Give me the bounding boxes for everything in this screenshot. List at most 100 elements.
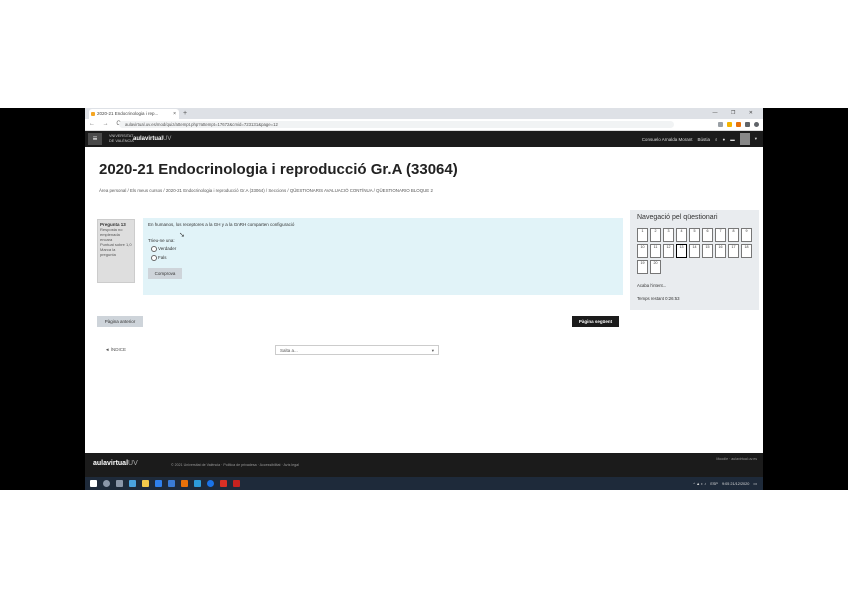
keyboard-language[interactable]: ESP: [710, 482, 718, 486]
quiz-nav-button[interactable]: 20: [650, 260, 661, 274]
radio-button[interactable]: [151, 246, 157, 252]
user-name[interactable]: Consuelo Arnalda Morant: [642, 137, 693, 142]
check-button[interactable]: Comprova: [148, 268, 182, 279]
avatar[interactable]: [739, 133, 750, 145]
messages-icon[interactable]: ▬: [730, 137, 735, 142]
address-bar[interactable]: aulavirtual.uv.es/mod/quiz/attempt.php?a…: [119, 121, 674, 128]
quiz-nav-button[interactable]: 3: [663, 228, 674, 242]
brand-suffix: UV: [163, 136, 172, 142]
next-page-button[interactable]: Pàgina següent: [572, 316, 619, 327]
radio-button[interactable]: [151, 255, 157, 261]
edge-icon[interactable]: [129, 480, 136, 487]
chrome-icon[interactable]: [207, 480, 214, 487]
jump-to-value: Salta a...: [280, 348, 298, 353]
user-area: Consuelo Arnalda Morant Bústia ⌕ ● ▬ ▾: [642, 131, 757, 147]
question-text: En humanos, los receptores a la GH y a l…: [148, 222, 295, 227]
close-tab-icon[interactable]: ×: [173, 109, 176, 119]
profile-icon[interactable]: [754, 122, 759, 127]
browser-tab[interactable]: 2020-21 Endocrinologia i rep... ×: [89, 109, 179, 119]
letterbox-left: [0, 108, 85, 490]
jump-to-select[interactable]: Salta a... ▾: [275, 345, 439, 355]
university-line-2: DE VALÈNCIA: [109, 138, 134, 143]
quiz-nav-button[interactable]: 16: [715, 244, 726, 258]
search-icon[interactable]: ⌕: [715, 137, 718, 142]
quiz-nav-button[interactable]: 19: [637, 260, 648, 274]
mouse-cursor-icon: ➘: [179, 232, 185, 239]
answer-option-false[interactable]: Fals: [151, 255, 167, 261]
system-tray: ^ ▲ ◐ ♪ ESP 9:05 21/12/2020 ▭: [693, 477, 757, 490]
chevron-down-icon[interactable]: ▾: [755, 136, 757, 142]
quiz-nav-button[interactable]: 6: [702, 228, 713, 242]
quiz-nav-button[interactable]: 12: [663, 244, 674, 258]
footer-brand: aulavirtualUV: [93, 460, 138, 467]
option-label: Fals: [158, 255, 167, 261]
back-link[interactable]: ◄ ÍNDICE: [105, 347, 126, 352]
taskbar-apps: [90, 477, 240, 490]
clock[interactable]: 9:05 21/12/2020: [722, 482, 749, 486]
photos-icon[interactable]: [194, 480, 201, 487]
answer-option-true[interactable]: Verdader: [151, 246, 176, 252]
extension-icons: [718, 120, 759, 129]
os-taskbar: ^ ▲ ◐ ♪ ESP 9:05 21/12/2020 ▭: [85, 477, 763, 490]
windows-start-icon[interactable]: [90, 480, 97, 487]
site-brand[interactable]: aulavirtualUV: [133, 134, 171, 144]
site-navbar: ≡ VNIVERSITAT DE VALÈNCIA aulavirtualUV …: [85, 131, 763, 147]
user-menu-label[interactable]: Bústia: [697, 137, 710, 142]
quiz-nav-button[interactable]: 13: [676, 244, 687, 258]
breadcrumb[interactable]: Àrea personal / Els meus cursos / 2020-2…: [99, 188, 433, 193]
page-title: 2020-21 Endocrinologia i reproducció Gr.…: [99, 161, 458, 178]
quiz-nav-button[interactable]: 17: [728, 244, 739, 258]
brand-main: aulavirtual: [133, 136, 164, 142]
quiz-navigation-grid: 1 2 3 4 5 6 7 8 9 10 11 12 13 14 15 16 17 18 19 20: [637, 228, 755, 274]
tray-icons[interactable]: ^ ▲ ◐ ♪: [693, 482, 706, 486]
footer-right: Moodle · aulavirtual.uv.es: [716, 457, 757, 461]
acrobat-icon[interactable]: [233, 480, 240, 487]
folder-icon[interactable]: [142, 480, 149, 487]
letterbox-right: [763, 108, 848, 490]
quiz-nav-button[interactable]: 5: [689, 228, 700, 242]
browser-tab-title: 2020-21 Endocrinologia i rep...: [97, 111, 159, 116]
quiz-nav-button[interactable]: 4: [676, 228, 687, 242]
quiz-nav-button[interactable]: 18: [741, 244, 752, 258]
app-icon[interactable]: [181, 480, 188, 487]
answer-prompt: Trieu-ne una:: [148, 238, 175, 243]
university-logo: VNIVERSITAT DE VALÈNCIA: [109, 134, 134, 143]
quiz-nav-button[interactable]: 9: [741, 228, 752, 242]
task-view-icon[interactable]: [116, 480, 123, 487]
previous-page-button[interactable]: Pàgina anterior: [97, 316, 143, 327]
search-icon[interactable]: [103, 480, 110, 487]
clock-date: 21/12/2020: [730, 481, 750, 486]
menu-toggle-icon[interactable]: ≡: [88, 133, 102, 145]
quiz-nav-button[interactable]: 11: [650, 244, 661, 258]
favicon-icon: [91, 112, 95, 116]
extension-icon[interactable]: [736, 122, 741, 127]
browser-tab-bar: 2020-21 Endocrinologia i rep... × + — ❐ …: [85, 108, 763, 119]
quiz-nav-button[interactable]: 15: [702, 244, 713, 258]
question-status: Resposta no emplenada encara: [100, 227, 123, 242]
quiz-nav-button[interactable]: 8: [728, 228, 739, 242]
bookmark-icon[interactable]: [718, 122, 723, 127]
star-icon[interactable]: [727, 122, 732, 127]
mail-icon[interactable]: [168, 480, 175, 487]
screen: 2020-21 Endocrinologia i rep... × + — ❐ …: [85, 108, 763, 490]
new-tab-button[interactable]: +: [183, 108, 187, 119]
chevron-down-icon: ▾: [431, 348, 434, 353]
finish-attempt-link[interactable]: Acaba l'intent...: [637, 283, 666, 288]
notifications-icon[interactable]: ●: [723, 137, 726, 142]
time-left: Temps restant 0:26:53: [637, 296, 680, 301]
flag-question-link[interactable]: Marca la pregunta: [100, 247, 132, 257]
powerpoint-icon[interactable]: [220, 480, 227, 487]
window-controls[interactable]: — ❐ ✕: [713, 108, 759, 119]
quiz-nav-button[interactable]: 7: [715, 228, 726, 242]
quiz-nav-button[interactable]: 1: [637, 228, 648, 242]
university-line-1: VNIVERSITAT: [109, 134, 134, 138]
site-footer: aulavirtualUV © 2021 Universitat de Valè…: [85, 453, 763, 477]
quiz-nav-button[interactable]: 10: [637, 244, 648, 258]
puzzle-icon[interactable]: [745, 122, 750, 127]
quiz-nav-button[interactable]: 14: [689, 244, 700, 258]
quiz-nav-button[interactable]: 2: [650, 228, 661, 242]
store-icon[interactable]: [155, 480, 162, 487]
notification-center-icon[interactable]: ▭: [753, 481, 757, 486]
quiz-navigation: Navegació pel qüestionari 1 2 3 4 5 6 7 8 9 10 11 1…: [630, 210, 759, 310]
footer-brand-main: aulavirtual: [93, 460, 129, 467]
